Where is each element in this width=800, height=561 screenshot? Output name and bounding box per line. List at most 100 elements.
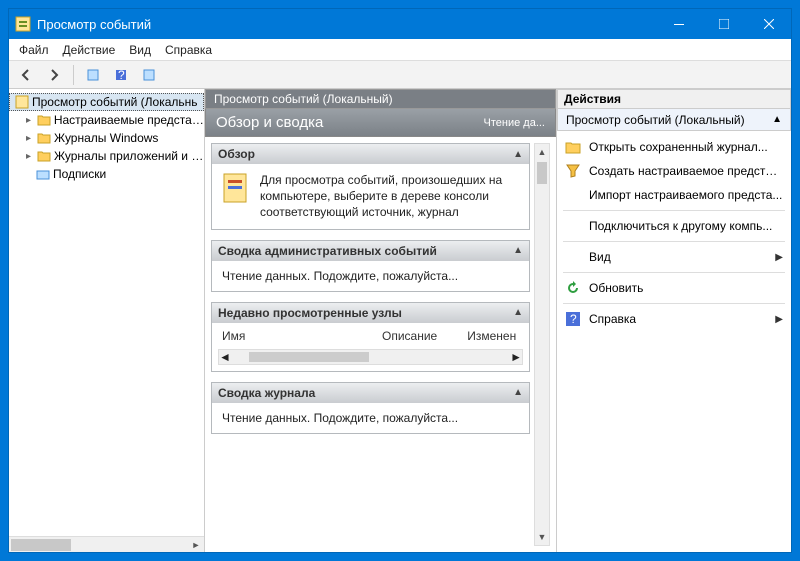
tree-pane: Просмотр событий (Локальнь ▸ Настраиваем… [9, 89, 205, 552]
subtitle-label: Обзор и сводка [216, 114, 323, 131]
action-open-saved-log[interactable]: Открыть сохраненный журнал... [557, 135, 791, 159]
scroll-thumb[interactable] [249, 352, 369, 362]
forward-button[interactable] [43, 64, 65, 86]
action-connect-computer[interactable]: Подключиться к другому компь... [557, 214, 791, 238]
action-label: Вид [589, 250, 767, 264]
subscribe-icon [35, 166, 51, 182]
menu-file[interactable]: Файл [19, 43, 49, 57]
body: Просмотр событий (Локальнь ▸ Настраиваем… [9, 89, 791, 552]
tree-item-subs[interactable]: Подписки [9, 165, 204, 183]
divider [563, 210, 785, 211]
tree-hscrollbar[interactable]: ◄ ► [9, 536, 204, 552]
center-subheader: Обзор и сводка Чтение да... [205, 109, 556, 137]
refresh-icon [565, 280, 581, 296]
action-label: Создать настраиваемое представ... [589, 164, 783, 178]
properties-button[interactable] [82, 64, 104, 86]
folder-open-icon [565, 139, 581, 155]
actions-pane: Действия Просмотр событий (Локальный) ▲ … [556, 89, 791, 552]
panel-text: Чтение данных. Подождите, пожалуйста... [212, 403, 529, 433]
divider [563, 241, 785, 242]
scroll-down-icon[interactable]: ▼ [535, 529, 549, 545]
back-button[interactable] [15, 64, 37, 86]
col-mod[interactable]: Изменен [467, 329, 516, 343]
panel-title: Сводка журнала [218, 386, 315, 400]
collapse-icon[interactable]: ▲ [513, 307, 523, 318]
col-desc[interactable]: Описание [382, 329, 437, 343]
actions-title-label: Действия [564, 92, 621, 106]
app-icon [15, 16, 31, 32]
panel-title: Недавно просмотренные узлы [218, 306, 402, 320]
maximize-button[interactable] [701, 9, 746, 39]
menu-action[interactable]: Действие [63, 43, 116, 57]
overview-text: Для просмотра событий, произошедших на к… [260, 172, 519, 221]
scroll-thumb[interactable] [537, 162, 547, 184]
scroll-right-icon[interactable]: ► [188, 537, 204, 553]
expand-icon[interactable]: ▸ [23, 151, 34, 162]
panel-admin-summary: Сводка административных событий ▲ Чтение… [211, 240, 530, 292]
menu-help[interactable]: Справка [165, 43, 212, 57]
panel-header[interactable]: Сводка административных событий ▲ [212, 241, 529, 261]
panel-title: Сводка административных событий [218, 244, 437, 258]
folder-icon [36, 148, 52, 164]
center-header-label: Просмотр событий (Локальный) [214, 92, 393, 106]
svg-text:?: ? [118, 68, 125, 82]
tree-item-apps[interactable]: ▸ Журналы приложений и сл [9, 147, 204, 165]
action-label: Открыть сохраненный журнал... [589, 140, 783, 154]
panel-text: Чтение данных. Подождите, пожалуйста... [212, 261, 529, 291]
menu-view[interactable]: Вид [129, 43, 151, 57]
blank-icon [565, 249, 581, 265]
collapse-icon[interactable]: ▲ [513, 149, 523, 160]
tree-item-label: Подписки [53, 167, 106, 181]
help-button[interactable]: ? [110, 64, 132, 86]
expand-icon[interactable]: ▸ [23, 133, 34, 144]
action-label: Обновить [589, 281, 783, 295]
center-vscrollbar[interactable]: ▲ ▼ [534, 143, 550, 546]
help-icon: ? [565, 311, 581, 327]
tree-root[interactable]: Просмотр событий (Локальнь [9, 93, 204, 111]
panel-header[interactable]: Обзор ▲ [212, 144, 529, 164]
divider [563, 303, 785, 304]
tree-item-windows[interactable]: ▸ Журналы Windows [9, 129, 204, 147]
scroll-left-icon[interactable]: ◄ [219, 350, 231, 364]
app-window: Просмотр событий Файл Действие Вид Справ… [8, 8, 792, 553]
folder-icon [36, 112, 52, 128]
actions-header: Действия [557, 89, 791, 109]
filter-icon [565, 163, 581, 179]
col-name[interactable]: Имя [222, 329, 352, 343]
collapse-icon[interactable]: ▲ [772, 114, 782, 125]
overview-icon [222, 172, 250, 206]
action-create-custom-view[interactable]: Создать настраиваемое представ... [557, 159, 791, 183]
scroll-thumb[interactable] [11, 539, 71, 551]
toolbar-separator [73, 65, 74, 85]
toolbar: ? [9, 61, 791, 89]
actions-section[interactable]: Просмотр событий (Локальный) ▲ [557, 109, 791, 131]
scroll-right-icon[interactable]: ► [510, 350, 522, 364]
panel-title: Обзор [218, 147, 255, 161]
blank-icon [565, 218, 581, 234]
nodes-columns: Имя Описание Изменен [218, 329, 523, 345]
collapse-icon[interactable]: ▲ [513, 387, 523, 398]
panel-overview: Обзор ▲ Для просмотра событий, произошед… [211, 143, 530, 230]
minimize-button[interactable] [656, 9, 701, 39]
collapse-icon[interactable]: ▲ [513, 245, 523, 256]
expand-icon[interactable]: ▸ [23, 115, 34, 126]
action-label: Импорт настраиваемого предста... [589, 188, 783, 202]
center-header: Просмотр событий (Локальный) [205, 89, 556, 109]
refresh-button[interactable] [138, 64, 160, 86]
action-help[interactable]: ? Справка ▶ [557, 307, 791, 331]
panel-header[interactable]: Недавно просмотренные узлы ▲ [212, 303, 529, 323]
action-import-custom-view[interactable]: Импорт настраиваемого предста... [557, 183, 791, 207]
menubar: Файл Действие Вид Справка [9, 39, 791, 61]
nodes-hscrollbar[interactable]: ◄ ► [218, 349, 523, 365]
divider [563, 272, 785, 273]
actions-section-label: Просмотр событий (Локальный) [566, 113, 745, 127]
action-refresh[interactable]: Обновить [557, 276, 791, 300]
tree-item-custom[interactable]: ▸ Настраиваемые представл [9, 111, 204, 129]
action-view[interactable]: Вид ▶ [557, 245, 791, 269]
submenu-icon: ▶ [775, 314, 783, 325]
close-button[interactable] [746, 9, 791, 39]
scroll-up-icon[interactable]: ▲ [535, 144, 549, 160]
submenu-icon: ▶ [775, 252, 783, 263]
panel-header[interactable]: Сводка журнала ▲ [212, 383, 529, 403]
titlebar[interactable]: Просмотр событий [9, 9, 791, 39]
